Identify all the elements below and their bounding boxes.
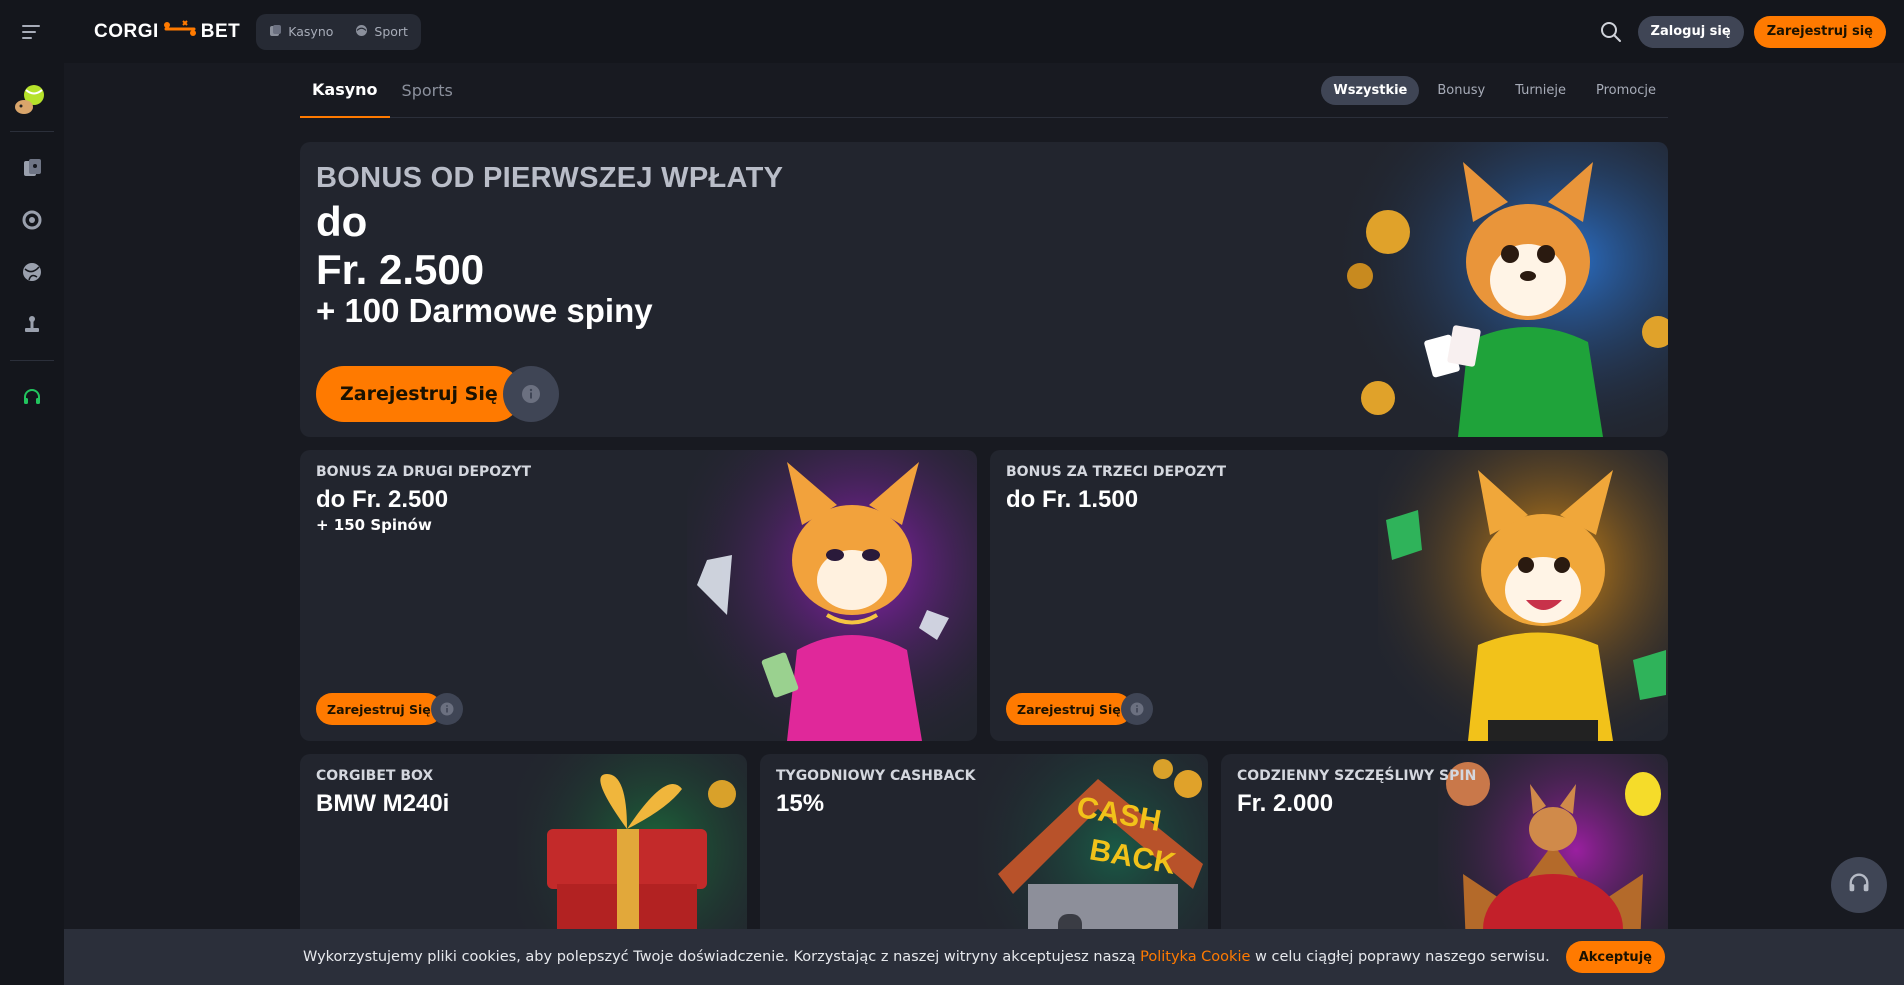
hero-banner[interactable]: BONUS OD PIERWSZEJ WPŁATY do Fr. 2.500 +… xyxy=(300,142,1668,437)
card-title: TYGODNIOWY CASHBACK xyxy=(776,768,976,784)
top-bar: CORGI BET Kasyno Sport Zaloguj się Zarej… xyxy=(0,0,1904,63)
casino-icon xyxy=(269,24,282,40)
fox-mascot-image xyxy=(687,450,977,741)
cookie-text: Wykorzystujemy pliki cookies, aby poleps… xyxy=(303,949,1550,965)
corgi-mascot-image xyxy=(1378,450,1668,741)
hero-spins: + 100 Darmowe spiny xyxy=(316,292,653,329)
logo-text-left: CORGI xyxy=(94,20,159,42)
filter-bonuses[interactable]: Bonusy xyxy=(1425,76,1497,105)
card-title: BONUS ZA TRZECI DEPOZYT xyxy=(1006,464,1227,480)
sidebar xyxy=(0,63,64,985)
hero-register-button[interactable]: Zarejestruj Się xyxy=(316,366,522,422)
card-title: CORGIBET BOX xyxy=(316,768,434,784)
sidebar-item-esport[interactable] xyxy=(12,304,52,344)
card-value: do Fr. 2.500 xyxy=(316,486,449,513)
headset-icon xyxy=(1846,870,1872,900)
info-icon[interactable] xyxy=(431,693,463,725)
top-nav-casino[interactable]: Kasyno xyxy=(260,18,342,46)
sidebar-divider xyxy=(10,131,54,132)
card-value: 15% xyxy=(776,790,825,817)
sidebar-item-casino[interactable] xyxy=(12,148,52,188)
card-value: Fr. 2.000 xyxy=(1237,790,1334,817)
menu-icon[interactable] xyxy=(0,0,64,63)
filter-all[interactable]: Wszystkie xyxy=(1321,75,1420,105)
main-content: Kasyno Sports Wszystkie Bonusy Turnieje … xyxy=(300,63,1668,985)
filter-promotions[interactable]: Promocje xyxy=(1584,76,1668,105)
card-title: BONUS ZA DRUGI DEPOZYT xyxy=(316,464,532,480)
cookie-policy-link[interactable]: Polityka Cookie xyxy=(1140,949,1250,965)
tab-sports[interactable]: Sports xyxy=(390,63,465,118)
sidebar-item-sport[interactable] xyxy=(12,252,52,292)
register-button[interactable]: Zarejestruj się xyxy=(1753,15,1886,48)
accept-cookies-button[interactable]: Akceptuję xyxy=(1565,941,1665,973)
info-icon[interactable] xyxy=(1121,693,1153,725)
hero-subtitle: BONUS OD PIERWSZEJ WPŁATY xyxy=(316,162,784,194)
top-bar-actions: Zaloguj się Zarejestruj się xyxy=(1594,15,1886,49)
top-nav-sport[interactable]: Sport xyxy=(346,18,417,46)
hero-amount: Fr. 2.500 xyxy=(316,246,485,293)
logo-text-right: BET xyxy=(200,20,241,42)
filter-tabs: Wszystkie Bonusy Turnieje Promocje xyxy=(1321,75,1668,105)
promo-card-second-deposit[interactable]: BONUS ZA DRUGI DEPOZYT do Fr. 2.500 + 15… xyxy=(300,450,977,741)
top-nav: Kasyno Sport xyxy=(256,13,421,50)
hero-line-1: do xyxy=(316,198,368,245)
mascot-avatar-icon[interactable] xyxy=(10,77,54,121)
login-button[interactable]: Zaloguj się xyxy=(1637,15,1744,48)
logo[interactable]: CORGI BET xyxy=(94,19,240,45)
card-value: BMW M240i xyxy=(316,790,450,817)
card-value: do Fr. 1.500 xyxy=(1006,486,1139,513)
bone-icon xyxy=(163,19,197,45)
card-register-button[interactable]: Zarejestruj Się xyxy=(1006,693,1132,725)
support-icon[interactable] xyxy=(12,377,52,417)
card-register-button[interactable]: Zarejestruj Się xyxy=(316,693,442,725)
support-chat-button[interactable] xyxy=(1831,857,1887,913)
sidebar-divider xyxy=(10,360,54,361)
card-extra: + 150 Spinów xyxy=(316,516,432,534)
sport-icon xyxy=(355,24,368,40)
tabs-row: Kasyno Sports Wszystkie Bonusy Turnieje … xyxy=(300,63,1668,118)
cookie-banner: Wykorzystujemy pliki cookies, aby poleps… xyxy=(64,929,1904,985)
search-icon[interactable] xyxy=(1594,15,1628,49)
card-title: CODZIENNY SZCZĘŚLIWY SPIN xyxy=(1237,768,1477,784)
tab-kasyno[interactable]: Kasyno xyxy=(300,63,390,118)
info-icon[interactable] xyxy=(503,366,559,422)
sidebar-item-live[interactable] xyxy=(12,200,52,240)
promo-card-third-deposit[interactable]: BONUS ZA TRZECI DEPOZYT do Fr. 1.500 Zar… xyxy=(990,450,1668,741)
filter-tournaments[interactable]: Turnieje xyxy=(1503,76,1578,105)
corgi-mascot-hero-image xyxy=(1328,142,1668,437)
